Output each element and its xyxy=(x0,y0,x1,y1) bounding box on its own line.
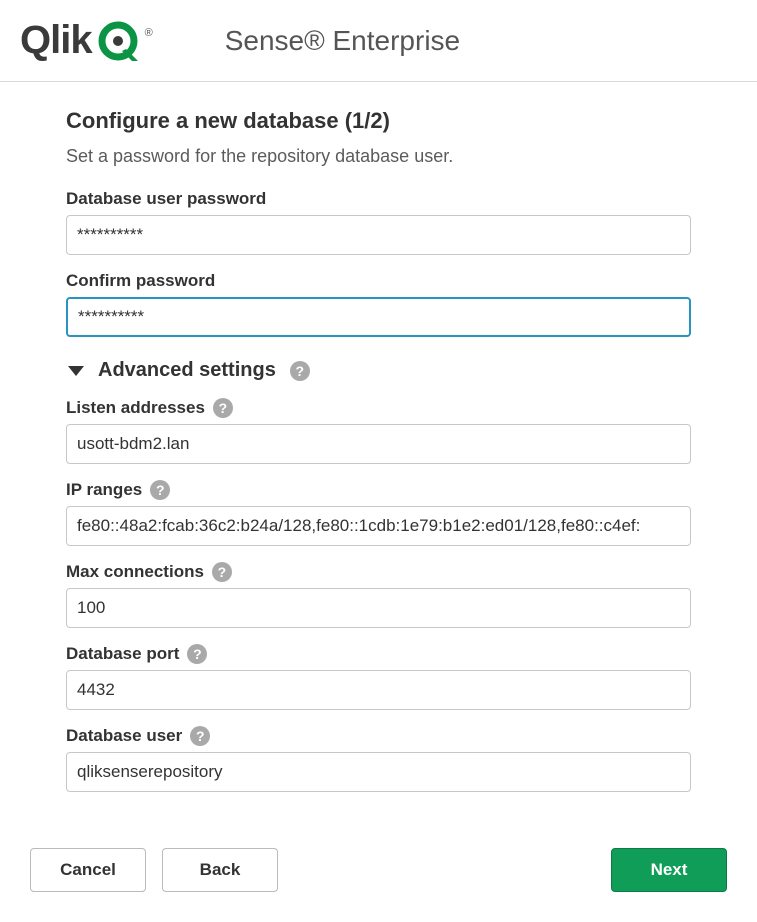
advanced-settings-title: Advanced settings xyxy=(98,359,276,382)
page-title: Configure a new database (1/2) xyxy=(66,108,691,134)
database-user-input[interactable] xyxy=(66,752,691,792)
app-header: Qlik ® Sense® Enterprise xyxy=(0,0,757,82)
help-icon[interactable]: ? xyxy=(187,644,207,664)
advanced-settings-toggle[interactable]: Advanced settings ? xyxy=(66,359,691,382)
registered-mark: ® xyxy=(145,27,153,39)
ip-ranges-label: IP ranges xyxy=(66,480,142,500)
page-subtitle: Set a password for the repository databa… xyxy=(66,146,691,167)
database-port-label: Database port xyxy=(66,644,179,664)
help-icon[interactable]: ? xyxy=(290,361,310,381)
back-button[interactable]: Back xyxy=(162,848,278,892)
listen-addresses-label: Listen addresses xyxy=(66,398,205,418)
confirm-password-label: Confirm password xyxy=(66,271,215,291)
db-password-input[interactable] xyxy=(66,215,691,255)
max-connections-input[interactable] xyxy=(66,588,691,628)
field-ip-ranges: IP ranges ? xyxy=(66,480,691,546)
db-password-label: Database user password xyxy=(66,189,266,209)
qlik-logo: Qlik ® xyxy=(20,18,153,63)
footer-buttons: Cancel Back Next xyxy=(0,828,757,922)
max-connections-label: Max connections xyxy=(66,562,204,582)
help-icon[interactable]: ? xyxy=(190,726,210,746)
field-database-user: Database user ? xyxy=(66,726,691,792)
field-db-password: Database user password xyxy=(66,189,691,255)
ip-ranges-input[interactable] xyxy=(66,506,691,546)
form-content: Configure a new database (1/2) Set a pas… xyxy=(0,82,757,828)
help-icon[interactable]: ? xyxy=(150,480,170,500)
field-confirm-password: Confirm password xyxy=(66,271,691,337)
field-listen-addresses: Listen addresses ? xyxy=(66,398,691,464)
next-button[interactable]: Next xyxy=(611,848,727,892)
help-icon[interactable]: ? xyxy=(213,398,233,418)
cancel-button[interactable]: Cancel xyxy=(30,848,146,892)
confirm-password-input[interactable] xyxy=(66,297,691,337)
help-icon[interactable]: ? xyxy=(212,562,232,582)
field-database-port: Database port ? xyxy=(66,644,691,710)
qlik-wordmark: Qlik xyxy=(20,18,92,63)
database-port-input[interactable] xyxy=(66,670,691,710)
listen-addresses-input[interactable] xyxy=(66,424,691,464)
database-user-label: Database user xyxy=(66,726,182,746)
qlik-q-icon xyxy=(98,21,138,61)
field-max-connections: Max connections ? xyxy=(66,562,691,628)
product-title: Sense® Enterprise xyxy=(225,25,460,57)
caret-down-icon xyxy=(68,366,84,376)
